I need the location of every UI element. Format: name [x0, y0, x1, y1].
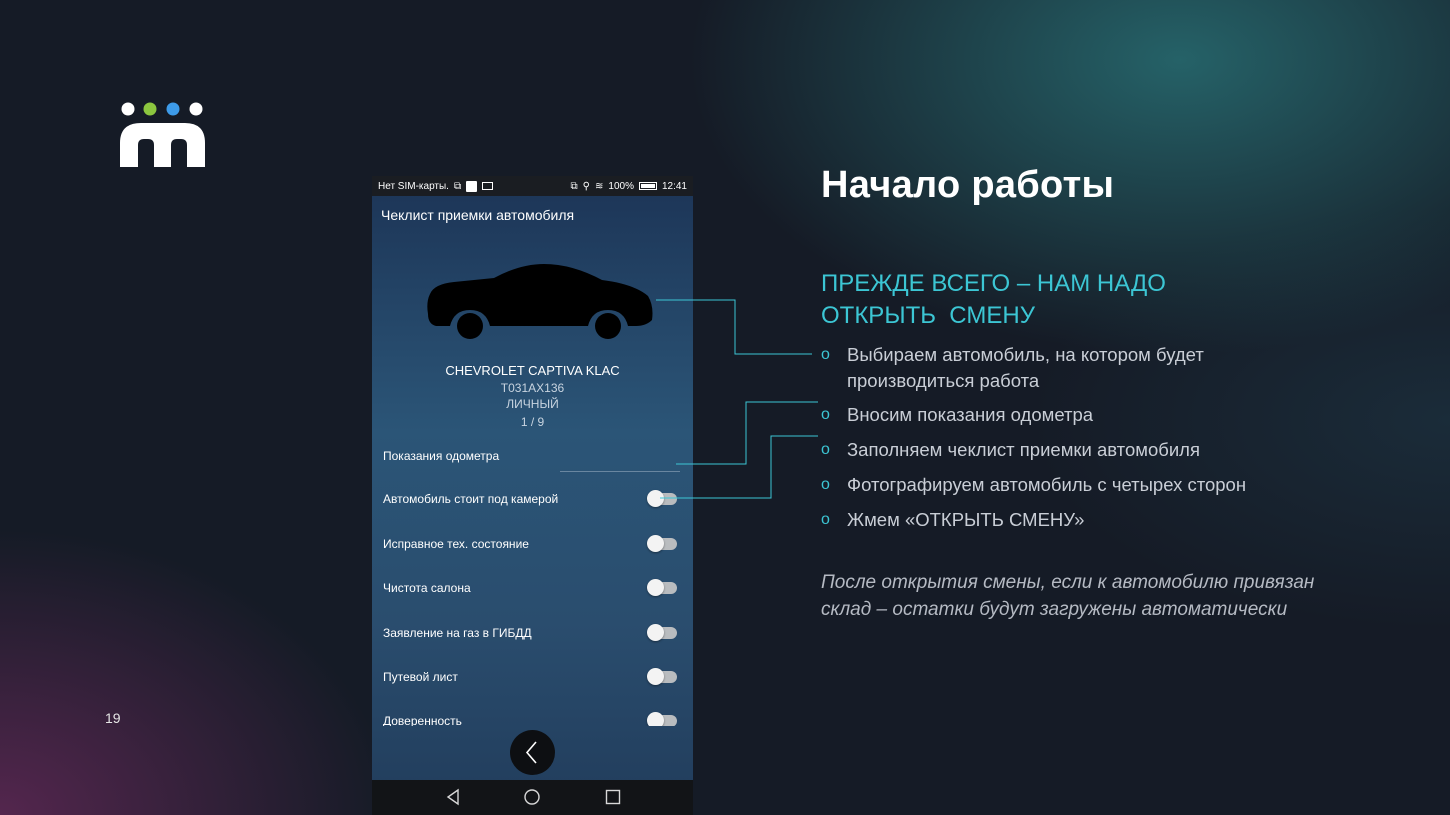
nav-recents-icon[interactable]	[604, 788, 622, 806]
car-type: ЛИЧНЫЙ	[506, 397, 559, 411]
checklist-toggle[interactable]	[647, 579, 677, 596]
back-button[interactable]	[510, 730, 555, 775]
step-text: Выбираем автомобиль, на котором будет пр…	[847, 344, 1204, 391]
checklist-row: Путевой лист	[383, 668, 681, 688]
phone-screenshot: Нет SIM-карты. ⧉ ⧉ ⚲ ≋ 100% 12:41 Чеклис…	[372, 176, 693, 815]
bullet-marker: o	[821, 346, 830, 363]
steps-list: o Выбираем автомобиль, на котором будет …	[821, 342, 1291, 533]
app-title: Чеклист приемки автомобиля	[381, 207, 575, 223]
checklist-toggle[interactable]	[647, 668, 677, 685]
status-bar: Нет SIM-карты. ⧉ ⧉ ⚲ ≋ 100% 12:41	[372, 176, 693, 196]
subtitle-line: ПРЕЖДЕ ВСЕГО – НАМ НАДО	[821, 270, 1166, 297]
slide-title: Начало работы	[821, 164, 1115, 206]
checklist-toggle[interactable]	[647, 490, 677, 507]
checklist-toggle[interactable]	[647, 624, 677, 641]
checklist-label: Чистота салона	[383, 581, 471, 595]
list-item: o Жмем «ОТКРЫТЬ СМЕНУ»	[821, 507, 1291, 533]
checklist-row: Доверенность	[383, 712, 681, 726]
clock: 12:41	[661, 180, 687, 192]
odometer-input[interactable]	[560, 471, 680, 472]
checklist-toggle[interactable]	[647, 535, 677, 552]
wifi-icon: ≋	[595, 180, 604, 192]
checklist-label: Заявление на газ в ГИБДД	[383, 626, 532, 640]
footnote: После открытия смены, если к автомобилю …	[821, 572, 1315, 620]
subtitle-line: ОТКРЫТЬ СМЕНУ	[821, 302, 1035, 329]
checklist-label: Доверенность	[383, 714, 462, 726]
location-icon: ⚲	[582, 180, 590, 192]
bullet-marker: o	[821, 476, 830, 493]
notification-icon	[466, 180, 478, 192]
step-text: Вносим показания одометра	[847, 404, 1094, 425]
list-item: o Вносим показания одометра	[821, 402, 1291, 428]
battery-percent: 100%	[608, 180, 634, 192]
bullet-marker: o	[821, 511, 830, 528]
slide-subtitle: ПРЕЖДЕ ВСЕГО – НАМ НАДО ОТКРЫТЬ СМЕНУ	[821, 268, 1241, 332]
nav-home-icon[interactable]	[523, 788, 541, 806]
cast-icon: ⧉	[570, 180, 578, 192]
step-text: Жмем «ОТКРЫТЬ СМЕНУ»	[847, 509, 1085, 530]
list-item: o Выбираем автомобиль, на котором будет …	[821, 342, 1291, 394]
battery-icon	[638, 182, 657, 190]
android-nav-bar	[372, 780, 693, 815]
mail-icon	[482, 182, 494, 190]
carrier-text: Нет SIM-карты.	[378, 180, 449, 192]
car-plate: Т031АХ136	[500, 381, 565, 395]
page-number: 19	[105, 710, 121, 726]
checklist-row: Исправное тех. состояние	[383, 535, 681, 555]
list-item: o Фотографируем автомобиль с четырех сто…	[821, 472, 1291, 498]
checklist-label: Путевой лист	[383, 670, 458, 684]
back-arrow-icon	[525, 741, 537, 764]
checklist-row: Чистота салона	[383, 579, 681, 599]
checklist-row: Автомобиль стоит под камерой	[383, 490, 681, 510]
checklist-label: Исправное тех. состояние	[383, 537, 529, 551]
company-logo	[120, 102, 205, 167]
checklist-row: Заявление на газ в ГИБДД	[383, 624, 681, 644]
bullet-marker: o	[821, 406, 830, 423]
list-item: o Заполняем чеклист приемки автомобиля	[821, 437, 1291, 463]
checklist-label: Автомобиль стоит под камерой	[383, 492, 559, 506]
checklist-toggle[interactable]	[647, 712, 677, 726]
bullet-marker: o	[821, 441, 830, 458]
cast-icon: ⧉	[453, 180, 462, 192]
car-silhouette-icon	[427, 264, 653, 339]
nav-back-icon[interactable]	[444, 788, 462, 806]
car-pager: 1 / 9	[520, 415, 545, 429]
car-model: CHEVROLET CAPTIVA KLAC	[445, 363, 620, 378]
step-text: Фотографируем автомобиль с четырех сторо…	[847, 474, 1247, 495]
odometer-label: Показания одометра	[383, 449, 500, 463]
step-text: Заполняем чеклист приемки автомобиля	[847, 439, 1200, 460]
